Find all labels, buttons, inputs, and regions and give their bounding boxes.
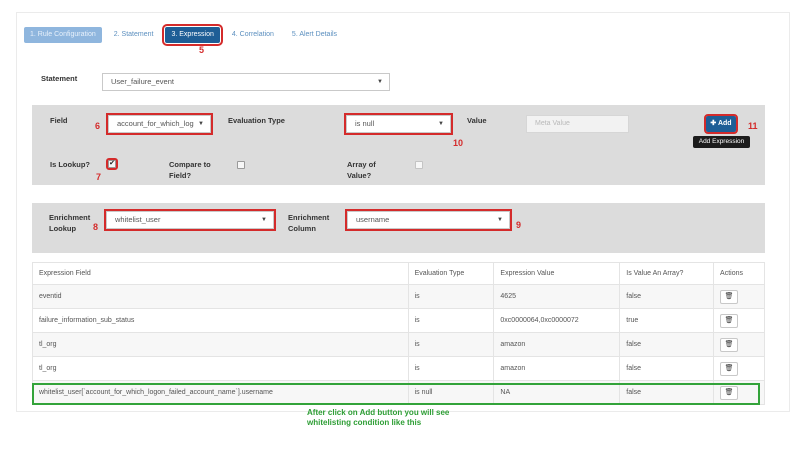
cell-value: 4625	[493, 284, 621, 309]
new-row-highlight	[32, 383, 760, 405]
is-lookup-label: Is Lookup?	[50, 160, 90, 169]
array-of-value-checkbox[interactable]	[415, 161, 423, 169]
cell-field: failure_information_sub_status	[32, 308, 409, 333]
cell-field: tl_org	[32, 356, 409, 381]
cell-eval: is	[407, 356, 495, 381]
field-label: Field	[50, 116, 68, 125]
tab-correlation[interactable]: 4. Correlation	[226, 27, 280, 43]
array-of-value-label-1: Array of	[347, 160, 376, 169]
enrichment-lookup-value: whitelist_user	[115, 215, 161, 224]
callout-9: 9	[516, 220, 522, 230]
trash-icon[interactable]: 🗑	[720, 313, 739, 328]
statement-select[interactable]: User_failure_event ▼	[102, 73, 390, 91]
cell-eval: is	[407, 332, 495, 357]
cell-field: eventid	[32, 284, 409, 309]
cell-array: false	[619, 284, 715, 309]
cell-value: amazon	[493, 356, 621, 381]
trash-icon[interactable]: 🗑	[720, 289, 739, 304]
col-evaluation-type: Evaluation Type	[407, 262, 495, 285]
statement-select-value: User_failure_event	[111, 77, 174, 86]
field-select[interactable]: account_for_which_log ▼	[106, 113, 213, 135]
table-header-row: Expression Field Evaluation Type Express…	[32, 262, 765, 285]
col-expression-value: Expression Value	[493, 262, 621, 285]
value-label: Value	[467, 116, 487, 125]
cell-actions: 🗑	[713, 308, 765, 333]
cell-array: false	[619, 332, 715, 357]
annotation-line-2: whitelisting condition like this	[307, 418, 422, 427]
cell-actions: 🗑	[713, 356, 765, 381]
col-expression-field: Expression Field	[32, 262, 409, 285]
annotation-note: After click on Add button you will see w…	[307, 408, 449, 428]
chevron-down-icon: ▼	[438, 121, 444, 127]
trash-icon[interactable]: 🗑	[720, 337, 739, 352]
cell-value: amazon	[493, 332, 621, 357]
table-row: tl_org is amazon false 🗑	[32, 332, 765, 357]
table-row: failure_information_sub_status is 0xc000…	[32, 308, 765, 333]
enrichment-lookup-select[interactable]: whitelist_user ▼	[104, 209, 276, 231]
chevron-down-icon: ▼	[497, 217, 503, 223]
table-row: tl_org is amazon false 🗑	[32, 356, 765, 381]
evaluation-type-select[interactable]: is null ▼	[344, 113, 453, 135]
cell-field: tl_org	[32, 332, 409, 357]
enrichment-lookup-label-2: Lookup	[49, 224, 77, 233]
compare-to-field-label-2: Field?	[169, 171, 192, 180]
tab-statement[interactable]: 2. Statement	[108, 27, 160, 43]
cell-array: true	[619, 308, 715, 333]
evaluation-type-label: Evaluation Type	[228, 116, 285, 125]
table-row: eventid is 4625 false 🗑	[32, 284, 765, 309]
add-expression-button[interactable]: ✚ Add	[704, 114, 738, 134]
col-is-value-an-array: Is Value An Array?	[619, 262, 715, 285]
cell-eval: is	[407, 284, 495, 309]
chevron-down-icon: ▼	[377, 79, 383, 85]
tab-expression[interactable]: 3. Expression	[162, 24, 223, 46]
annotation-line-1: After click on Add button you will see	[307, 408, 450, 417]
enrichment-column-select[interactable]: username ▼	[345, 209, 512, 231]
enrichment-column-value: username	[356, 215, 390, 224]
callout-11: 11	[748, 121, 758, 131]
callout-10: 10	[453, 138, 464, 148]
tab-alert-details[interactable]: 5. Alert Details	[286, 27, 343, 43]
callout-6: 6	[95, 121, 101, 131]
field-select-value: account_for_which_log	[117, 119, 194, 128]
cell-array: false	[619, 356, 715, 381]
callout-5: 5	[199, 45, 205, 55]
tab-rule-configuration[interactable]: 1. Rule Configuration	[24, 27, 102, 43]
is-lookup-checkbox[interactable]: ✔	[106, 158, 118, 170]
meta-value-input[interactable]: Meta Value	[526, 115, 629, 133]
cell-actions: 🗑	[713, 284, 765, 309]
callout-8: 8	[93, 222, 99, 232]
trash-icon[interactable]: 🗑	[720, 361, 739, 376]
col-actions: Actions	[713, 262, 765, 285]
enrichment-column-label-2: Column	[288, 224, 316, 233]
callout-7: 7	[96, 172, 102, 182]
add-expression-tooltip: Add Expression	[693, 136, 750, 148]
compare-to-field-label-1: Compare to	[169, 160, 211, 169]
cell-eval: is	[407, 308, 495, 333]
statement-label: Statement	[41, 74, 78, 83]
chevron-down-icon: ▼	[198, 121, 204, 127]
enrichment-lookup-label-1: Enrichment	[49, 213, 91, 222]
cell-actions: 🗑	[713, 332, 765, 357]
cell-value: 0xc0000064,0xc0000072	[493, 308, 621, 333]
wizard-tabs: 1. Rule Configuration 2. Statement 3. Ex…	[24, 24, 349, 46]
enrichment-column-label-1: Enrichment	[288, 213, 330, 222]
evaluation-type-value: is null	[355, 119, 375, 128]
compare-to-field-checkbox[interactable]	[237, 161, 245, 169]
chevron-down-icon: ▼	[261, 217, 267, 223]
array-of-value-label-2: Value?	[347, 171, 372, 180]
